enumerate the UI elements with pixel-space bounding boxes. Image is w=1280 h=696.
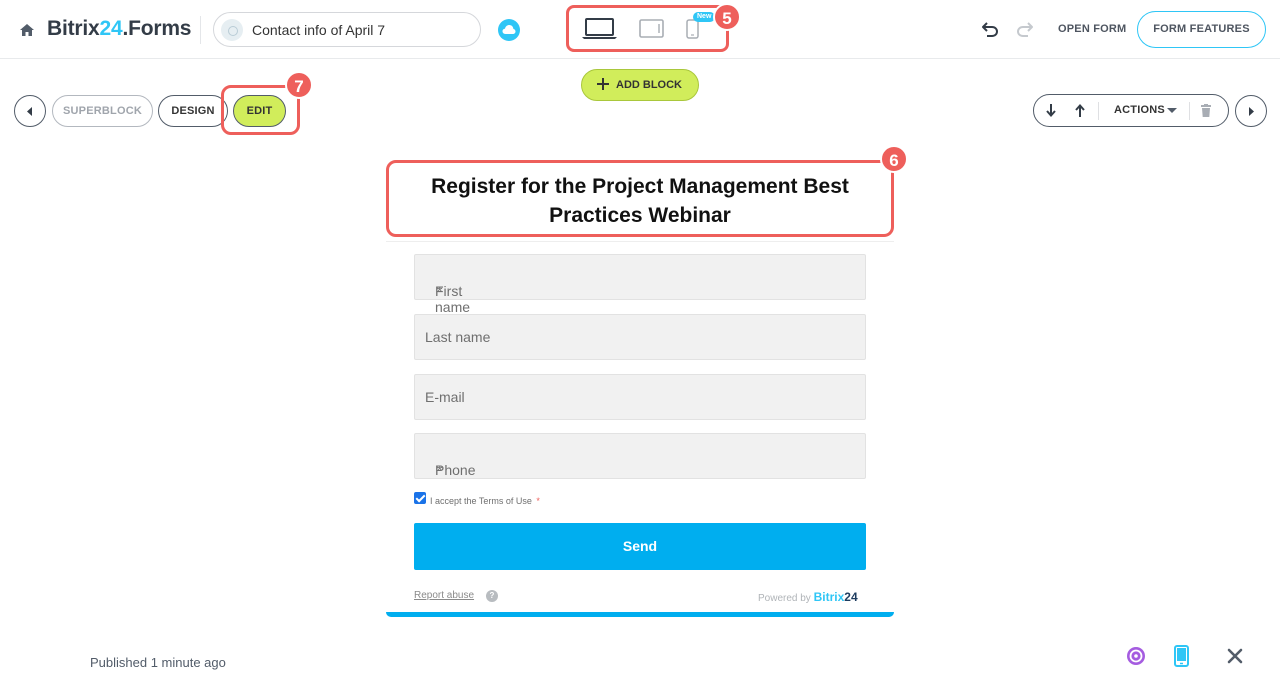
arrow-left-icon	[27, 107, 32, 116]
step-marker-6: 6	[880, 145, 908, 173]
laptop-icon[interactable]	[582, 18, 617, 40]
ai-assistant-icon[interactable]	[1126, 646, 1146, 666]
last-name-placeholder: Last name	[425, 329, 491, 345]
superblock-button[interactable]: SUPERBLOCK	[52, 95, 153, 127]
arrow-right-icon	[1249, 107, 1254, 116]
divider	[200, 16, 201, 44]
form-bottom-bar	[386, 612, 894, 617]
divider	[1189, 102, 1190, 120]
terms-label[interactable]: I accept the Terms of Use *	[430, 496, 540, 506]
step-marker-7: 7	[285, 71, 313, 99]
form-title[interactable]: Register for the Project Management Best…	[400, 172, 880, 230]
home-icon[interactable]	[19, 22, 35, 38]
actions-menu[interactable]: ACTIONS	[1114, 104, 1165, 116]
arrow-left-button[interactable]	[14, 95, 46, 127]
help-icon[interactable]: ?	[486, 590, 498, 602]
step-marker-5: 5	[713, 3, 741, 31]
send-button[interactable]: Send	[414, 523, 866, 570]
tablet-icon[interactable]	[639, 19, 664, 38]
arrow-right-button[interactable]	[1235, 95, 1267, 127]
cloud-icon[interactable]	[498, 19, 520, 41]
phone-icon[interactable]	[686, 19, 699, 39]
powered-by[interactable]: Powered by Bitrix24	[758, 590, 858, 604]
design-button[interactable]: DESIGN	[158, 95, 228, 127]
form-name-field[interactable]: Contact info of April 7	[213, 12, 481, 47]
add-block-label: ADD BLOCK	[616, 79, 682, 91]
close-icon[interactable]	[1227, 648, 1243, 664]
open-form-link[interactable]: OPEN FORM	[1058, 23, 1126, 35]
trash-icon[interactable]	[1201, 104, 1211, 117]
divider	[386, 241, 894, 242]
redo-icon[interactable]	[1016, 21, 1034, 37]
published-status: Published 1 minute ago	[90, 655, 226, 670]
divider	[1098, 102, 1099, 120]
first-name-field[interactable]: First name *	[414, 254, 866, 315]
email-placeholder: E-mail	[425, 389, 465, 405]
chevron-down-icon[interactable]	[1167, 108, 1177, 113]
report-abuse-link[interactable]: Report abuse	[414, 590, 474, 601]
form-features-button[interactable]: FORM FEATURES	[1137, 11, 1266, 48]
phone-field[interactable]: Phone *	[414, 433, 866, 479]
plus-icon	[597, 78, 609, 90]
mobile-preview-icon[interactable]	[1174, 645, 1189, 667]
app-logo: Bitrix24.Forms	[47, 17, 192, 40]
email-field[interactable]: E-mail	[414, 374, 866, 420]
terms-checkbox[interactable]	[414, 492, 426, 504]
top-bar: Bitrix24.Forms Contact info of April 7 N…	[0, 0, 1280, 59]
block-actions-group: ACTIONS	[1033, 94, 1229, 127]
undo-icon[interactable]	[981, 21, 999, 37]
arrow-up-icon[interactable]	[1075, 104, 1085, 117]
form-name-text: Contact info of April 7	[252, 22, 386, 38]
arrow-down-icon[interactable]	[1046, 104, 1056, 117]
add-block-button[interactable]: ADD BLOCK	[581, 69, 699, 101]
form-image-icon	[221, 19, 243, 41]
last-name-field[interactable]: Last name	[414, 314, 866, 360]
